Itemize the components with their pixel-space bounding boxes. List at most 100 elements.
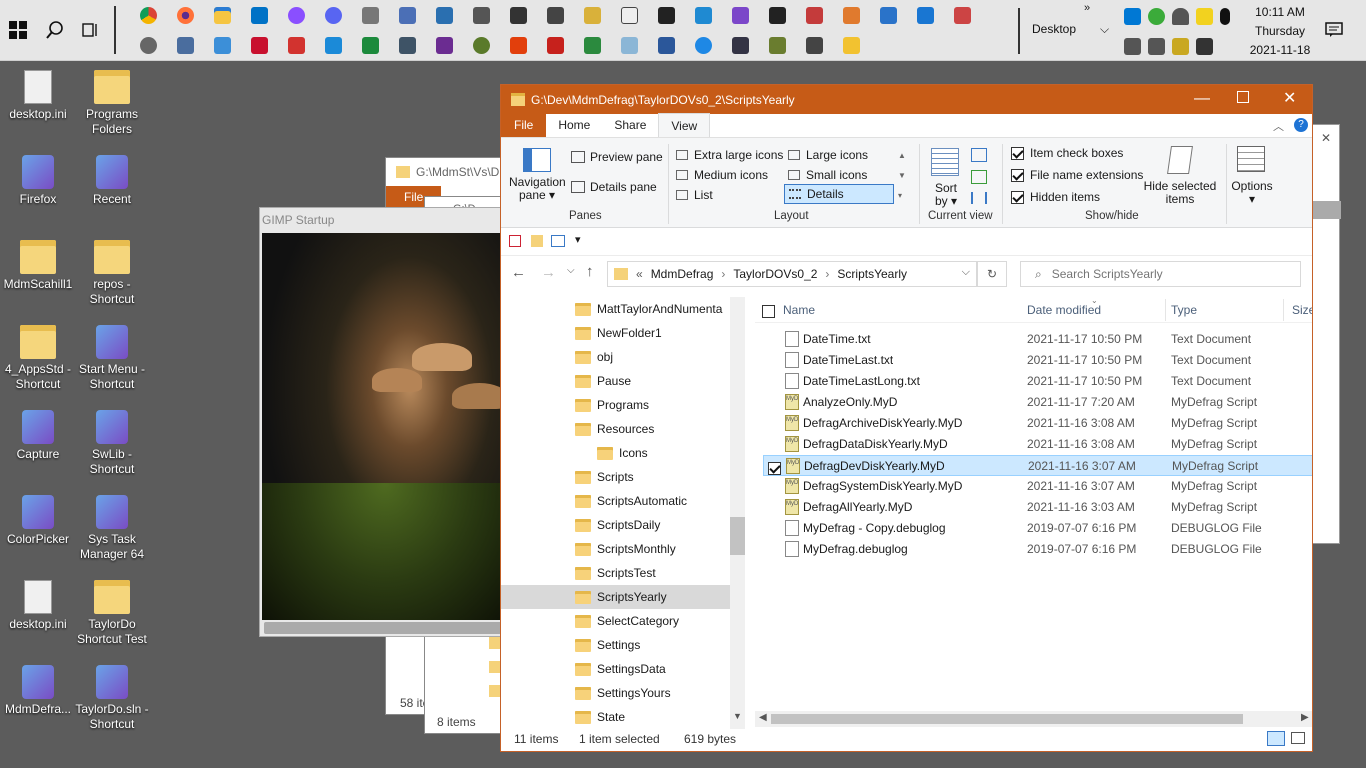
desktop-icon[interactable]: MdmDefra...: [0, 665, 76, 717]
app-icon[interactable]: [214, 37, 231, 54]
nav-scrollbar[interactable]: ▼: [730, 297, 745, 729]
file-row[interactable]: MyDefrag.debuglog 2019-07-07 6:16 PM DEBUG…: [763, 539, 1312, 560]
nav-folder-item[interactable]: Settings: [501, 633, 730, 657]
desktop-icon[interactable]: Programs Folders: [74, 70, 150, 137]
desktop-icon[interactable]: SwLib - Shortcut: [74, 410, 150, 477]
nav-folder-item[interactable]: ScriptsTest: [501, 561, 730, 585]
outlook-icon[interactable]: [251, 7, 268, 24]
terminal-icon[interactable]: [658, 7, 675, 24]
minimize-icon[interactable]: —: [1194, 90, 1210, 108]
tab-file[interactable]: File: [501, 113, 547, 137]
messenger-icon[interactable]: [288, 7, 305, 24]
settings-gear-icon[interactable]: [140, 37, 157, 54]
column-size[interactable]: Size: [1292, 303, 1312, 317]
app-icon[interactable]: [954, 7, 971, 24]
desktop-icon[interactable]: Recent: [74, 155, 150, 207]
column-name[interactable]: Name: [783, 303, 815, 317]
details-view-icon[interactable]: [1267, 731, 1285, 746]
microphone-icon[interactable]: [1220, 8, 1230, 25]
close-icon[interactable]: ✕: [1321, 131, 1331, 145]
app-tray-icon[interactable]: [1172, 38, 1189, 55]
large-icons-view-icon[interactable]: [1291, 732, 1305, 744]
nav-folder-item[interactable]: SelectCategory: [501, 609, 730, 633]
nav-folder-item[interactable]: ScriptsDaily: [501, 513, 730, 537]
clock-time[interactable]: 10:11 AM: [1240, 5, 1320, 19]
desktop-icon[interactable]: Sys Task Manager 64: [74, 495, 150, 562]
tab-share[interactable]: Share: [602, 113, 658, 137]
desktop-icon[interactable]: TaylorDo.sln - Shortcut: [74, 665, 150, 732]
app-icon[interactable]: [732, 37, 749, 54]
recent-locations-icon[interactable]: ⌵: [567, 265, 575, 276]
discord-icon[interactable]: [325, 7, 342, 24]
desktop-toolbar-label[interactable]: Desktop: [1032, 22, 1076, 36]
word-icon[interactable]: [658, 37, 675, 54]
details-pane-button[interactable]: Details pane: [571, 180, 657, 194]
desktop-icon[interactable]: Start Menu - Shortcut: [74, 325, 150, 392]
nav-folder-item[interactable]: Icons: [501, 441, 730, 465]
gimp-startup-window[interactable]: GIMP Startup: [259, 207, 509, 637]
nav-folder-item[interactable]: Programs: [501, 393, 730, 417]
firefox-icon[interactable]: [177, 7, 194, 24]
nav-folder-item[interactable]: MattTaylorAndNumenta: [501, 297, 730, 321]
properties-icon[interactable]: [509, 235, 521, 247]
cloud-icon[interactable]: [1172, 8, 1189, 25]
row-checkbox[interactable]: [768, 462, 781, 475]
file-row[interactable]: MyDefrag - Copy.debuglog 2019-07-07 6:16 …: [763, 518, 1312, 539]
app-icon[interactable]: [806, 7, 823, 24]
hidden-path-chevron[interactable]: «: [636, 267, 643, 281]
breadcrumb-scriptsyearly[interactable]: ScriptsYearly: [837, 267, 907, 281]
task-view-icon[interactable]: [78, 18, 102, 42]
notification-icon[interactable]: [1322, 18, 1346, 42]
grid-icon[interactable]: [917, 7, 934, 24]
options-button[interactable]: Options ▾: [1231, 180, 1273, 206]
navigation-pane[interactable]: MattTaylorAndNumenta NewFolder1 obj Pause Pr…: [501, 297, 746, 729]
pdf-icon[interactable]: [288, 37, 305, 54]
visual-studio-icon[interactable]: [732, 7, 749, 24]
search-icon[interactable]: [43, 18, 67, 42]
nav-folder-item[interactable]: Scripts: [501, 465, 730, 489]
maximize-icon[interactable]: [1237, 91, 1249, 103]
select-all-checkbox[interactable]: [762, 305, 775, 319]
breadcrumb-mdmdefrag[interactable]: MdmDefrag: [651, 267, 714, 281]
scroll-right-icon[interactable]: ▶: [1301, 712, 1309, 723]
file-explorer-window[interactable]: G:\Dev\MdmDefrag\TaylorDOVs0_2\ScriptsYe…: [500, 84, 1313, 752]
layout-extra-large-icons[interactable]: Extra large icons: [676, 148, 783, 162]
file-explorer-icon[interactable]: [214, 7, 231, 24]
collapse-ribbon-icon[interactable]: ︿: [1273, 118, 1284, 134]
nav-folder-item[interactable]: Resources: [501, 417, 730, 441]
tab-view[interactable]: View: [658, 113, 711, 137]
desktop-icon[interactable]: Capture: [0, 410, 76, 462]
terminal-icon[interactable]: [769, 7, 786, 24]
column-date-modified[interactable]: Date modified: [1027, 303, 1101, 317]
file-row[interactable]: MyD DefragArchiveDiskYearly.MyD 2021-11-16…: [763, 413, 1312, 434]
app-tray-icon[interactable]: [1196, 38, 1213, 55]
horizontal-scrollbar-thumb[interactable]: [771, 714, 1243, 724]
clock-day[interactable]: Thursday: [1240, 24, 1320, 38]
layout-scroll-arrows[interactable]: ▲ ▼ ▾: [898, 146, 906, 206]
app-tray-icon[interactable]: [1148, 8, 1165, 25]
layout-small-icons[interactable]: Small icons: [788, 168, 867, 182]
file-row[interactable]: MyD DefragDevDiskYearly.MyD 2021-11-16 3:0…: [763, 455, 1312, 476]
file-list[interactable]: Name ⌄ Date modified Type Size DateTime.…: [755, 296, 1312, 729]
desktop-icon[interactable]: TaylorDo Shortcut Test: [74, 580, 150, 647]
file-name-extensions-toggle[interactable]: File name extensions: [1011, 168, 1143, 182]
item-check-boxes-toggle[interactable]: Item check boxes: [1011, 146, 1123, 160]
hidden-items-toggle[interactable]: Hidden items: [1011, 190, 1100, 204]
title-bar[interactable]: G:\Dev\MdmDefrag\TaylorDOVs0_2\ScriptsYe…: [501, 85, 1312, 114]
close-icon[interactable]: ✕: [1283, 88, 1296, 108]
file-row[interactable]: DateTime.txt 2021-11-17 10:50 PM Text Docu…: [763, 329, 1312, 350]
nav-folder-item[interactable]: SettingsData: [501, 657, 730, 681]
nav-scrollbar-thumb[interactable]: [730, 517, 745, 555]
app-icon[interactable]: [399, 37, 416, 54]
hide-selected-items-button[interactable]: Hide selected items: [1141, 180, 1219, 206]
windows-start-icon[interactable]: [6, 18, 30, 42]
help-icon[interactable]: ?: [1294, 118, 1308, 132]
file-row[interactable]: MyD DefragAllYearly.MyD 2021-11-16 3:03 AM…: [763, 497, 1312, 518]
layout-medium-icons[interactable]: Medium icons: [676, 168, 768, 182]
address-dropdown-icon[interactable]: ⌵: [962, 266, 970, 279]
up-arrow-icon[interactable]: ↑: [586, 263, 594, 280]
app-icon[interactable]: [177, 37, 194, 54]
powershell-icon[interactable]: [880, 7, 897, 24]
breadcrumb-separator-icon[interactable]: ›: [721, 267, 725, 281]
chrome-icon[interactable]: [140, 7, 157, 24]
